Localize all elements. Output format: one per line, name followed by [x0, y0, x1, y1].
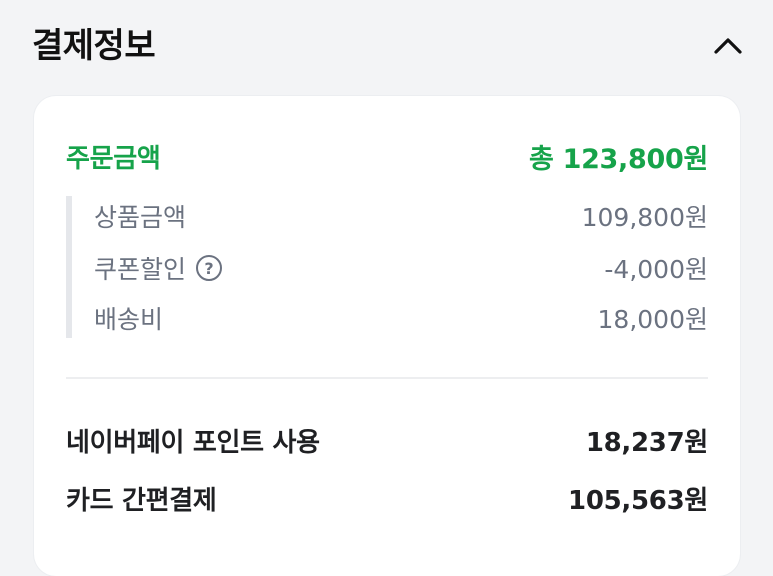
- divider: [66, 377, 708, 379]
- payment-info-header: 결제정보: [0, 0, 773, 92]
- card-easy-pay-row: 카드 간편결제 105,563원: [66, 478, 708, 518]
- coupon-discount-row: 쿠폰할인 ? -4,000원: [94, 250, 708, 286]
- order-amount-label: 주문금액: [66, 143, 161, 174]
- order-amount-total: 총 123,800원: [528, 143, 708, 175]
- card-easy-pay-label: 카드 간편결제: [66, 485, 217, 516]
- section-title: 결제정보: [32, 26, 156, 66]
- coupon-discount-label-group: 쿠폰할인 ?: [94, 250, 223, 286]
- card-easy-pay-value: 105,563원: [568, 485, 708, 516]
- order-breakdown: 상품금액 109,800원 쿠폰할인 ? -4,000원 배송비 18,000원: [66, 196, 708, 340]
- payment-info-card: 주문금액 총 123,800원 상품금액 109,800원 쿠폰할인 ? -4,…: [34, 96, 740, 576]
- chevron-up-icon: [714, 38, 742, 54]
- product-amount-value: 109,800원: [581, 203, 708, 232]
- coupon-discount-label: 쿠폰할인: [94, 255, 187, 284]
- question-circle-icon[interactable]: ?: [196, 255, 223, 281]
- coupon-discount-value: -4,000원: [604, 255, 708, 284]
- shipping-fee-label: 배송비: [94, 305, 164, 334]
- shipping-fee-row: 배송비 18,000원: [94, 300, 708, 336]
- breakdown-indent-bar: [66, 196, 72, 338]
- product-amount-row: 상품금액 109,800원: [94, 198, 708, 234]
- naverpay-points-value: 18,237원: [585, 427, 708, 458]
- naverpay-points-row: 네이버페이 포인트 사용 18,237원: [66, 420, 708, 460]
- product-amount-label: 상품금액: [94, 203, 187, 232]
- shipping-fee-value: 18,000원: [597, 305, 708, 334]
- naverpay-points-label: 네이버페이 포인트 사용: [66, 427, 320, 458]
- collapse-button[interactable]: [704, 22, 752, 70]
- order-amount-row: 주문금액 총 123,800원: [66, 136, 708, 176]
